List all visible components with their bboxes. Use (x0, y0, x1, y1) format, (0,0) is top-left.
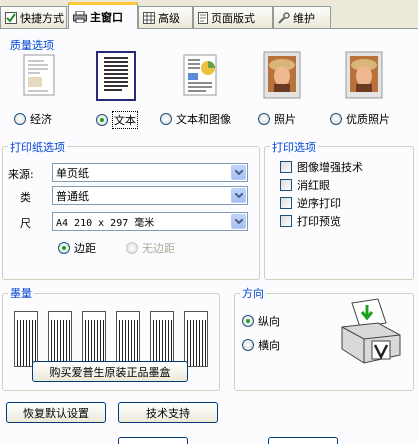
tab-bar: 快捷方式 主窗口 高级 页面版式 维护 (0, 0, 418, 29)
radio-label: 照片 (274, 113, 296, 126)
printer-orientation-icon (341, 298, 401, 364)
source-select[interactable]: 单页纸 (52, 163, 248, 182)
tab-page-layout[interactable]: 页面版式 (193, 6, 273, 28)
quality-text-radio[interactable]: 文本 (96, 111, 138, 129)
radio-button[interactable] (126, 242, 138, 254)
radio-label: 文本 (112, 111, 138, 129)
landscape-radio[interactable]: 横向 (242, 337, 280, 353)
radio-label: 边距 (74, 242, 96, 255)
checkbox-box[interactable] (280, 215, 292, 227)
ink-cartridge (82, 311, 106, 367)
chevron-down-icon (234, 219, 243, 224)
ink-cartridge (116, 311, 140, 367)
red-eye-checkbox[interactable]: 消红眼 (280, 177, 330, 193)
best-photo-icon[interactable] (344, 51, 384, 99)
quality-text-image-radio[interactable]: 文本和图像 (160, 111, 231, 127)
radio-button[interactable] (14, 113, 26, 125)
size-select[interactable]: A4 210 x 297 毫米 (52, 212, 248, 231)
source-label: 来源: (8, 168, 34, 181)
tab-label: 主窗口 (90, 11, 123, 24)
wrench-icon (278, 11, 290, 24)
buy-ink-button[interactable]: 购买爱普生原装正品墨盒 (32, 361, 188, 382)
checkbox-box[interactable] (280, 197, 292, 209)
type-label: 类 (20, 191, 31, 204)
ok-button-edge[interactable] (118, 437, 188, 444)
tab-label: 高级 (158, 11, 180, 25)
tab-advanced[interactable]: 高级 (138, 6, 193, 28)
cancel-button-edge[interactable] (268, 437, 338, 444)
print-preview-checkbox[interactable]: 打印预览 (280, 213, 341, 229)
grid-icon (143, 11, 155, 24)
radio-button[interactable] (258, 113, 270, 125)
source-value: 单页纸 (56, 166, 89, 180)
margin-radio[interactable]: 边距 (58, 240, 96, 256)
radio-label: 经济 (30, 113, 52, 126)
type-select[interactable]: 普通纸 (52, 186, 248, 205)
size-label: 尺 (20, 217, 31, 230)
dropdown-button[interactable] (231, 214, 246, 229)
text-image-page-icon[interactable] (180, 53, 220, 99)
radio-label: 文本和图像 (176, 113, 231, 126)
ink-cartridge (14, 311, 38, 367)
tab-maintenance[interactable]: 维护 (273, 6, 331, 28)
radio-label: 优质照片 (346, 113, 390, 126)
radio-label: 纵向 (258, 315, 280, 328)
reset-defaults-button[interactable]: 恢复默认设置 (6, 402, 106, 423)
quality-economy-radio[interactable]: 经济 (14, 111, 52, 127)
checkbox-label: 消红眼 (297, 179, 330, 192)
text-page-icon[interactable] (96, 51, 136, 101)
radio-button[interactable] (242, 339, 254, 351)
ink-cartridge (184, 311, 208, 367)
ink-title: 墨量 (8, 285, 34, 301)
checkbox-box[interactable] (280, 179, 292, 191)
tab-label: 快捷方式 (20, 11, 64, 25)
radio-button[interactable] (330, 113, 342, 125)
radio-button[interactable] (242, 315, 254, 327)
page-icon (198, 11, 208, 24)
radio-label: 横向 (258, 339, 280, 352)
print-settings-title: 打印选项 (270, 139, 318, 155)
tab-main[interactable]: 主窗口 (68, 2, 138, 29)
check-icon (5, 11, 17, 24)
reverse-order-checkbox[interactable]: 逆序打印 (280, 195, 341, 211)
size-value: A4 210 x 297 毫米 (56, 218, 155, 229)
checkbox-label: 逆序打印 (297, 197, 341, 210)
quality-title: 质量选项 (8, 37, 56, 53)
checkbox-box[interactable] (280, 161, 292, 173)
chevron-down-icon (234, 193, 243, 198)
image-enhance-checkbox[interactable]: 图像增强技术 (280, 159, 363, 175)
no-margin-radio[interactable]: 无边距 (126, 240, 175, 256)
main-panel: 质量选项 经济 文本 文本和图像 照片 优质照片 打印纸选项 来源: 单页纸 类… (0, 28, 418, 444)
radio-button[interactable] (160, 113, 172, 125)
ink-cartridge (150, 311, 174, 367)
paper-options-title: 打印纸选项 (8, 139, 67, 155)
ink-cartridge (48, 311, 72, 367)
tech-support-button[interactable]: 技术支持 (118, 402, 218, 423)
radio-button[interactable] (96, 114, 108, 126)
radio-label: 无边距 (142, 242, 175, 255)
type-value: 普通纸 (56, 189, 89, 203)
tab-label: 维护 (293, 11, 315, 25)
portrait-radio[interactable]: 纵向 (242, 313, 280, 329)
radio-button[interactable] (58, 242, 70, 254)
quality-best-photo-radio[interactable]: 优质照片 (330, 111, 390, 127)
draft-page-icon[interactable] (18, 53, 58, 99)
dropdown-button[interactable] (231, 165, 246, 180)
checkbox-label: 打印预览 (297, 215, 341, 228)
photo-icon[interactable] (262, 51, 302, 99)
checkbox-label: 图像增强技术 (297, 161, 363, 174)
orientation-title: 方向 (240, 285, 266, 301)
tab-label: 页面版式 (211, 11, 255, 25)
printer-icon (73, 11, 87, 23)
quality-photo-radio[interactable]: 照片 (258, 111, 296, 127)
dropdown-button[interactable] (231, 188, 246, 203)
tab-shortcuts[interactable]: 快捷方式 (0, 6, 67, 28)
chevron-down-icon (234, 170, 243, 175)
